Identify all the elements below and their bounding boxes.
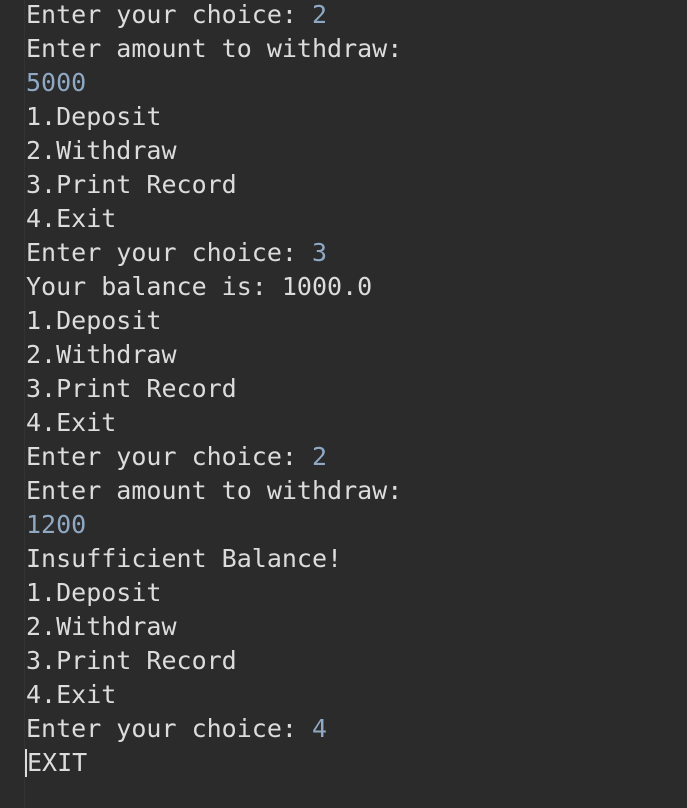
console-line: Enter amount to withdraw: — [26, 32, 402, 66]
console-line: 5000 — [26, 66, 402, 100]
console-output-panel[interactable]: Enter your choice: 2 Enter amount to with… — [0, 0, 687, 808]
console-line: 2.Withdraw — [26, 338, 402, 372]
console-output-text: 4.Exit — [26, 408, 117, 437]
console-line: 3.Print Record — [26, 644, 402, 678]
gutter-divider — [24, 0, 25, 808]
console-output-text: 3.Print Record — [26, 374, 237, 403]
console-line: Insufficient Balance! — [26, 542, 402, 576]
console-line: 1.Deposit — [26, 576, 402, 610]
console-line: Enter your choice: 2 — [26, 440, 402, 474]
console-user-input: 2 — [311, 442, 328, 471]
console-line: Enter your choice: 3 — [26, 236, 402, 270]
console-line: 2.Withdraw — [26, 610, 402, 644]
console-output-text: Enter amount to withdraw: — [26, 476, 403, 505]
console-line: 4.Exit — [26, 678, 402, 712]
console-output-text: 2.Withdraw — [26, 612, 177, 641]
console-output-text: 2.Withdraw — [26, 136, 177, 165]
console-line: Enter your choice: 4 — [26, 712, 402, 746]
console-line: 2.Withdraw — [26, 134, 402, 168]
console-line: Enter amount to withdraw: — [26, 474, 402, 508]
console-user-input: 4 — [311, 714, 328, 743]
console-output-text: 2.Withdraw — [26, 340, 177, 369]
console-line: Enter your choice: 2 — [26, 0, 402, 32]
console-output-text: 4.Exit — [26, 204, 117, 233]
console-line: EXIT — [25, 746, 402, 780]
console-output-text: Insufficient Balance! — [26, 544, 343, 573]
console-user-input: 2 — [311, 0, 328, 29]
console-output-text: EXIT — [27, 748, 88, 777]
console-line: 1.Deposit — [26, 100, 402, 134]
console-text-area[interactable]: Enter your choice: 2 Enter amount to with… — [25, 0, 402, 780]
console-user-input: 3 — [311, 238, 328, 267]
console-line: 1200 — [26, 508, 402, 542]
console-line: 3.Print Record — [26, 168, 402, 202]
console-output-text: 1.Deposit — [26, 306, 162, 335]
console-output-text: Enter your choice: — [26, 238, 312, 267]
console-user-input: 5000 — [26, 68, 87, 97]
console-output-text: Enter your choice: — [26, 442, 312, 471]
console-line: 1.Deposit — [26, 304, 402, 338]
console-output-text: 3.Print Record — [26, 646, 237, 675]
console-output-text: 3.Print Record — [26, 170, 237, 199]
console-line: 4.Exit — [26, 406, 402, 440]
console-line: Your balance is: 1000.0 — [26, 270, 402, 304]
console-line: 3.Print Record — [26, 372, 402, 406]
console-output-text: Enter your choice: — [26, 0, 312, 29]
console-output-text: Enter your choice: — [26, 714, 312, 743]
console-output-text: 1.Deposit — [26, 102, 162, 131]
console-output-text: Your balance is: 1000.0 — [26, 272, 373, 301]
console-output-text: 1.Deposit — [26, 578, 162, 607]
console-line: 4.Exit — [26, 202, 402, 236]
console-output-text: Enter amount to withdraw: — [26, 34, 403, 63]
console-output-text: 4.Exit — [26, 680, 117, 709]
console-user-input: 1200 — [26, 510, 87, 539]
